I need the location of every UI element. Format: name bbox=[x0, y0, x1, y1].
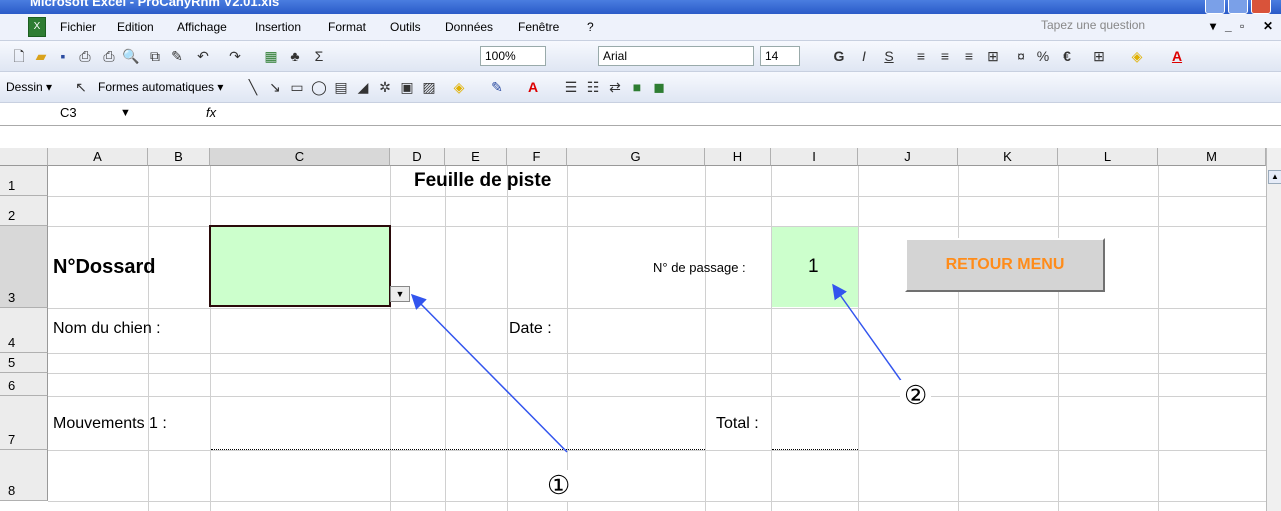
scroll-up-icon[interactable]: ▲ bbox=[1268, 170, 1281, 184]
annotation-arrow-1 bbox=[410, 293, 568, 453]
annotation-marker-2: ② bbox=[900, 380, 932, 411]
annotation-arrow-2 bbox=[832, 283, 903, 383]
annotation-marker-1: ① bbox=[543, 470, 575, 501]
vertical-scrollbar[interactable]: ▲ bbox=[1266, 148, 1281, 511]
annotation-arrows bbox=[410, 283, 903, 453]
